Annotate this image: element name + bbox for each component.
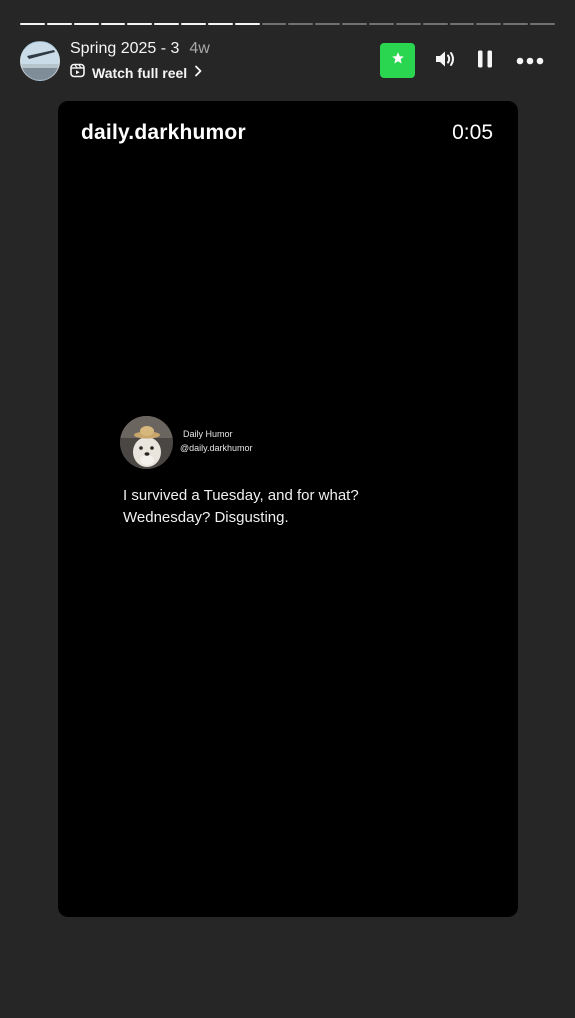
progress-segment [154, 23, 180, 25]
progress-segment [315, 23, 341, 25]
pause-button[interactable] [472, 48, 498, 74]
watch-full-reel-label: Watch full reel [92, 65, 188, 81]
pause-icon [473, 47, 497, 76]
progress-segment [100, 23, 126, 25]
progress-segment [234, 23, 260, 25]
close-friends-button[interactable] [380, 43, 415, 78]
progress-segment [181, 23, 206, 25]
story-progress-bar [20, 22, 555, 26]
story-age: 4w [189, 40, 210, 57]
progress-segment [261, 23, 287, 25]
progress-segment [73, 23, 99, 25]
story-avatar[interactable] [20, 41, 60, 81]
more-icon [516, 52, 544, 70]
story-title-row: Spring 2025 - 3 4w [70, 40, 210, 58]
video-timestamp: 0:05 [452, 121, 493, 144]
progress-segment [395, 23, 421, 25]
post-display-name: Daily Humor [183, 429, 233, 439]
speaker-icon [433, 47, 457, 76]
video-username: daily.darkhumor [81, 121, 246, 144]
progress-segment [368, 23, 394, 25]
progress-segment [449, 23, 475, 25]
progress-segment [288, 23, 314, 25]
progress-segment [207, 23, 233, 25]
progress-segment [20, 23, 45, 25]
progress-segment [46, 23, 72, 25]
story-title[interactable]: Spring 2025 - 3 [70, 40, 179, 58]
avatar-image [21, 42, 59, 80]
progress-segment [422, 23, 448, 25]
progress-segment [476, 23, 502, 25]
progress-segment [503, 23, 529, 25]
story-viewer: Spring 2025 - 3 4w Watch full reel daily… [0, 0, 575, 1018]
story-video[interactable]: daily.darkhumor 0:05 Daily Humor @daily.… [58, 101, 518, 917]
dog-avatar-image [120, 416, 173, 469]
progress-segment [530, 23, 555, 25]
chevron-right-icon [194, 64, 202, 82]
watch-full-reel-link[interactable]: Watch full reel [70, 63, 202, 83]
progress-segment [342, 23, 367, 25]
progress-segment [127, 23, 153, 25]
sound-button[interactable] [432, 48, 458, 74]
star-icon [391, 51, 405, 70]
post-text: I survived a Tuesday, and for what? Wedn… [123, 487, 359, 526]
post-handle: @daily.darkhumor [180, 443, 253, 453]
more-options-button[interactable] [515, 48, 545, 74]
post-avatar [120, 416, 173, 469]
reel-icon [70, 63, 85, 83]
